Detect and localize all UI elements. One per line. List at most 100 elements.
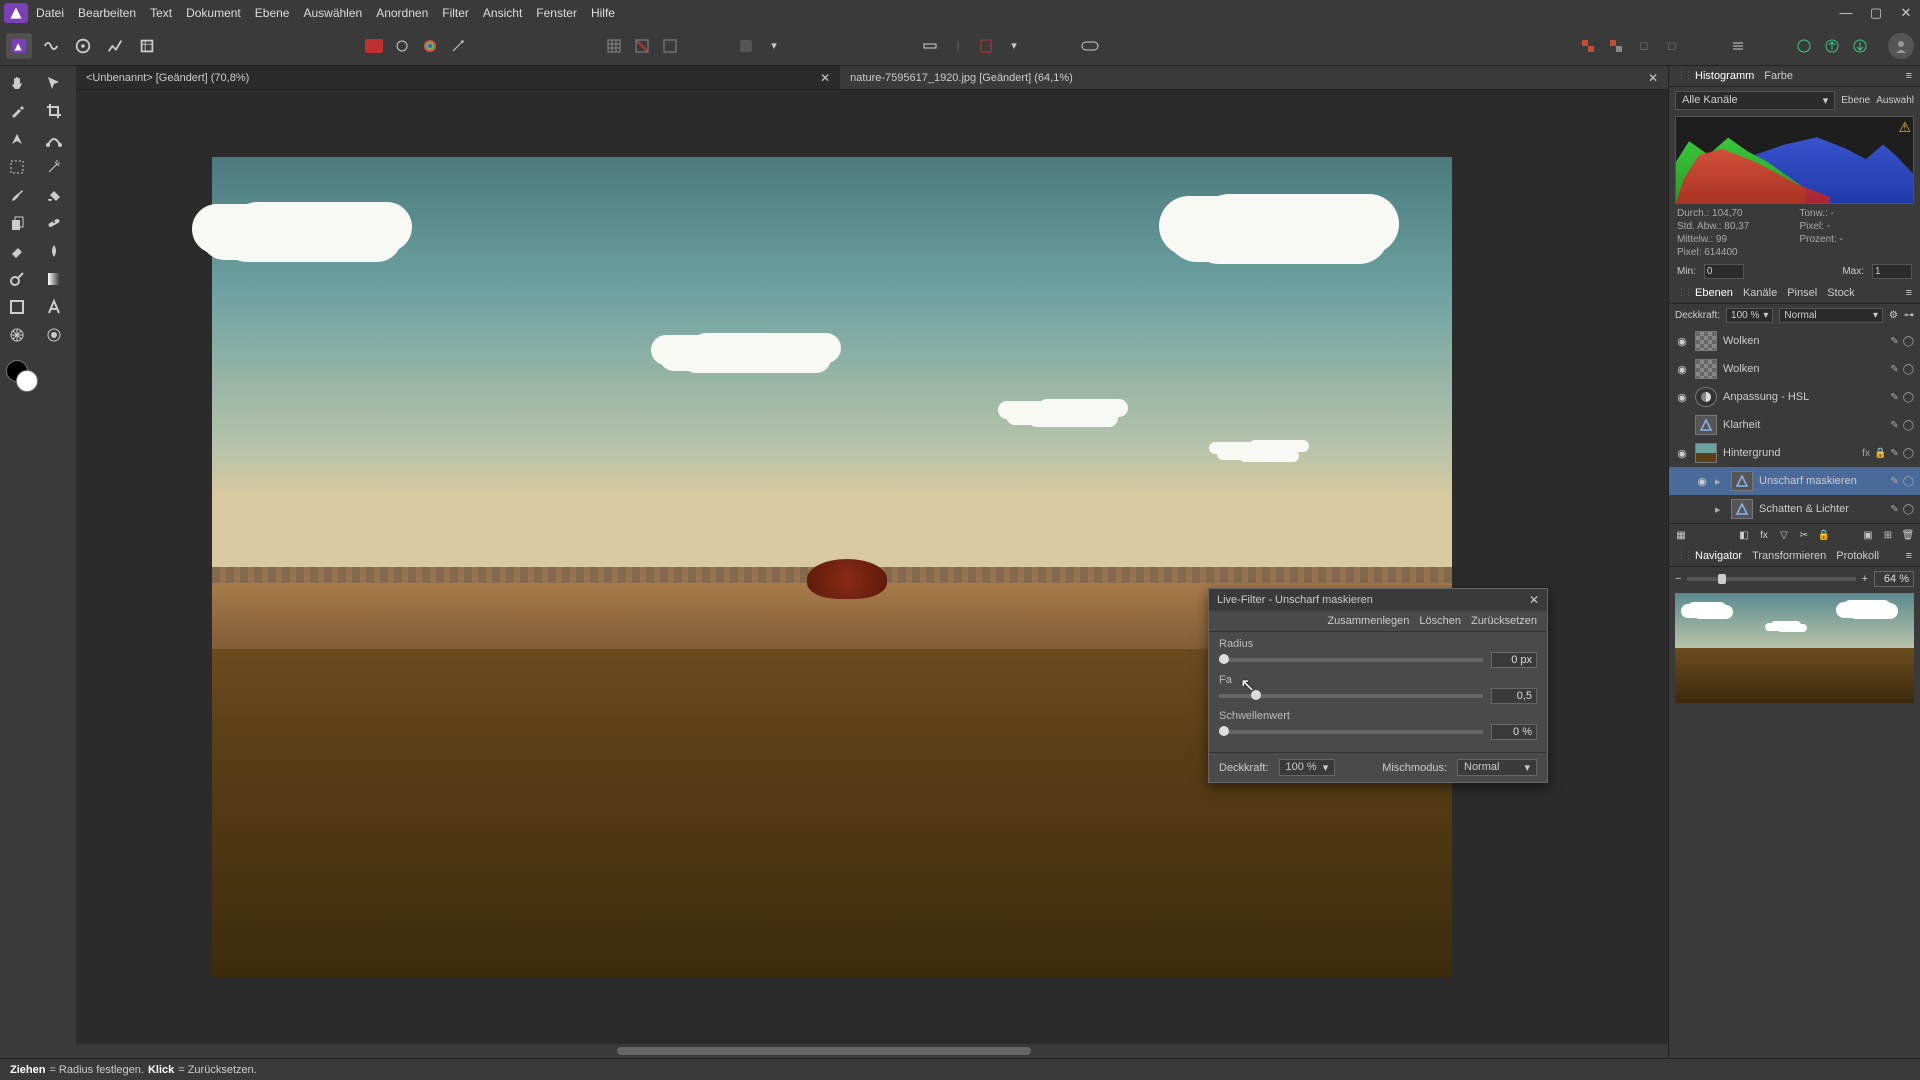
menu-text[interactable]: Text: [150, 6, 172, 20]
gear-icon[interactable]: ⚙: [1889, 310, 1898, 321]
globe-up-icon[interactable]: [1820, 34, 1844, 58]
expand-icon[interactable]: ▸: [1715, 503, 1725, 516]
grid-icon[interactable]: [602, 34, 626, 58]
menu-bearbeiten[interactable]: Bearbeiten: [78, 6, 136, 20]
doc-icon[interactable]: [974, 34, 998, 58]
visibility-toggle-icon[interactable]: ◉: [1675, 335, 1689, 348]
channel-select[interactable]: Alle Kanäle▾: [1675, 91, 1835, 110]
visibility-toggle-icon[interactable]: ◉: [1675, 447, 1689, 460]
close-icon[interactable]: ✕: [1896, 5, 1916, 21]
align-icon-1[interactable]: [1576, 34, 1600, 58]
menu-auswählen[interactable]: Auswählen: [303, 6, 362, 20]
menu-ebene[interactable]: Ebene: [255, 6, 290, 20]
red-swatch-icon[interactable]: [362, 34, 386, 58]
mask-icon[interactable]: ▦: [1673, 527, 1689, 543]
add-layer-icon[interactable]: ⊞: [1880, 527, 1896, 543]
layer-dot-icon[interactable]: ◯: [1903, 392, 1914, 403]
eraser-tool-icon[interactable]: [2, 238, 32, 264]
brush-tool-icon[interactable]: [2, 182, 32, 208]
swatch-grid-icon[interactable]: [658, 34, 682, 58]
panel-menu-icon[interactable]: ≡: [1906, 287, 1912, 299]
menu-filter[interactable]: Filter: [442, 6, 469, 20]
horizontal-scrollbar[interactable]: [76, 1044, 1668, 1058]
navigator-preview[interactable]: [1675, 593, 1914, 703]
liquify-persona-icon[interactable]: [38, 33, 64, 59]
menu-ansicht[interactable]: Ansicht: [483, 6, 522, 20]
canvas-viewport[interactable]: [76, 90, 1668, 1044]
no-grid-icon[interactable]: [630, 34, 654, 58]
merge-button[interactable]: Zusammenlegen: [1327, 615, 1409, 627]
navigator-tab[interactable]: Navigator: [1695, 550, 1742, 562]
color-swatches[interactable]: [2, 360, 74, 400]
color-tab[interactable]: Farbe: [1764, 70, 1793, 82]
panel-menu-icon[interactable]: ≡: [1906, 550, 1912, 562]
marquee-tool-icon[interactable]: [2, 154, 32, 180]
zoom-in-icon[interactable]: +: [1862, 573, 1868, 585]
delete-button[interactable]: Löschen: [1419, 615, 1461, 627]
text-tool-icon[interactable]: [39, 294, 69, 320]
export-persona-icon[interactable]: [134, 33, 160, 59]
dialog-close-icon[interactable]: ✕: [1529, 593, 1539, 607]
globe-down-icon[interactable]: [1848, 34, 1872, 58]
panel-grip-icon[interactable]: ⋮⋮: [1677, 550, 1685, 562]
eyedrop-icon[interactable]: [390, 34, 414, 58]
crop-tool-icon[interactable]: [39, 98, 69, 124]
pen-tool-icon[interactable]: [2, 126, 32, 152]
edit-icon[interactable]: ✎: [1890, 504, 1898, 515]
layer-dot-icon[interactable]: ◯: [1903, 336, 1914, 347]
edit-icon[interactable]: ✎: [1890, 364, 1898, 375]
adj-icon[interactable]: ◧: [1736, 527, 1752, 543]
layer-toggle[interactable]: Ebene: [1841, 95, 1870, 106]
min-input[interactable]: [1704, 264, 1744, 279]
smudge-tool-icon[interactable]: [39, 238, 69, 264]
channels-tab[interactable]: Kanäle: [1743, 287, 1777, 299]
histogram-tab[interactable]: Histogramm: [1695, 70, 1754, 82]
layer-row[interactable]: Klarheit✎◯: [1669, 411, 1920, 439]
transform-tab[interactable]: Transformieren: [1752, 550, 1826, 562]
stock-tab[interactable]: Stock: [1827, 287, 1855, 299]
fill-tool-icon[interactable]: [39, 182, 69, 208]
threshold-value[interactable]: 0 %: [1491, 724, 1537, 740]
opacity-select[interactable]: 100 %▾: [1726, 308, 1773, 323]
link-icon[interactable]: [1078, 34, 1102, 58]
visibility-toggle-icon[interactable]: ◉: [1675, 391, 1689, 404]
layer-row[interactable]: ◉▸Unscharf maskieren✎◯: [1669, 467, 1920, 495]
warning-icon[interactable]: ⚠: [1898, 119, 1911, 136]
edit-icon[interactable]: ✎: [1890, 392, 1898, 403]
doc-chevron-icon[interactable]: ▾: [1002, 34, 1026, 58]
lock-icon[interactable]: 🔒: [1816, 527, 1832, 543]
edit-icon[interactable]: ✎: [1890, 448, 1898, 459]
radius-slider[interactable]: [1219, 658, 1483, 662]
ruler-icon[interactable]: [918, 34, 942, 58]
layer-dot-icon[interactable]: ◯: [1903, 504, 1914, 515]
link-icon[interactable]: ⊶: [1904, 310, 1914, 321]
document-tab-1[interactable]: <Unbenannt> [Geändert] (70,8%) ✕: [76, 66, 840, 89]
color-wheel-icon[interactable]: [418, 34, 442, 58]
menu-dokument[interactable]: Dokument: [186, 6, 241, 20]
document-tab-2[interactable]: nature-7595617_1920.jpg [Geändert] (64,1…: [840, 66, 1668, 89]
menu-anordnen[interactable]: Anordnen: [376, 6, 428, 20]
shape-tool-icon[interactable]: [2, 294, 32, 320]
node-tool-icon[interactable]: [39, 126, 69, 152]
assistant-chevron-icon[interactable]: ▾: [762, 34, 786, 58]
tone-persona-icon[interactable]: [102, 33, 128, 59]
visibility-toggle-icon[interactable]: ◉: [1695, 475, 1709, 488]
magic-icon[interactable]: [446, 34, 470, 58]
globe-sync-icon[interactable]: [1792, 34, 1816, 58]
selection-toggle[interactable]: Auswahl: [1876, 95, 1914, 106]
delete-layer-icon[interactable]: 🗑: [1900, 527, 1916, 543]
filter-icon[interactable]: ▽: [1776, 527, 1792, 543]
threshold-slider[interactable]: [1219, 730, 1483, 734]
blend-select[interactable]: Normal▾: [1779, 308, 1883, 323]
redeye-tool-icon[interactable]: [39, 322, 69, 348]
edit-icon[interactable]: ✎: [1890, 336, 1898, 347]
radius-value[interactable]: 0 px: [1491, 652, 1537, 668]
layer-row[interactable]: ◉Wolken✎◯: [1669, 355, 1920, 383]
menu-hilfe[interactable]: Hilfe: [591, 6, 615, 20]
brush-tab[interactable]: Pinsel: [1787, 287, 1817, 299]
layer-dot-icon[interactable]: ◯: [1903, 448, 1914, 459]
wand-tool-icon[interactable]: [39, 154, 69, 180]
zoom-slider[interactable]: [1687, 577, 1855, 581]
layer-row[interactable]: ◉Anpassung - HSL✎◯: [1669, 383, 1920, 411]
move-tool-icon[interactable]: [39, 70, 69, 96]
